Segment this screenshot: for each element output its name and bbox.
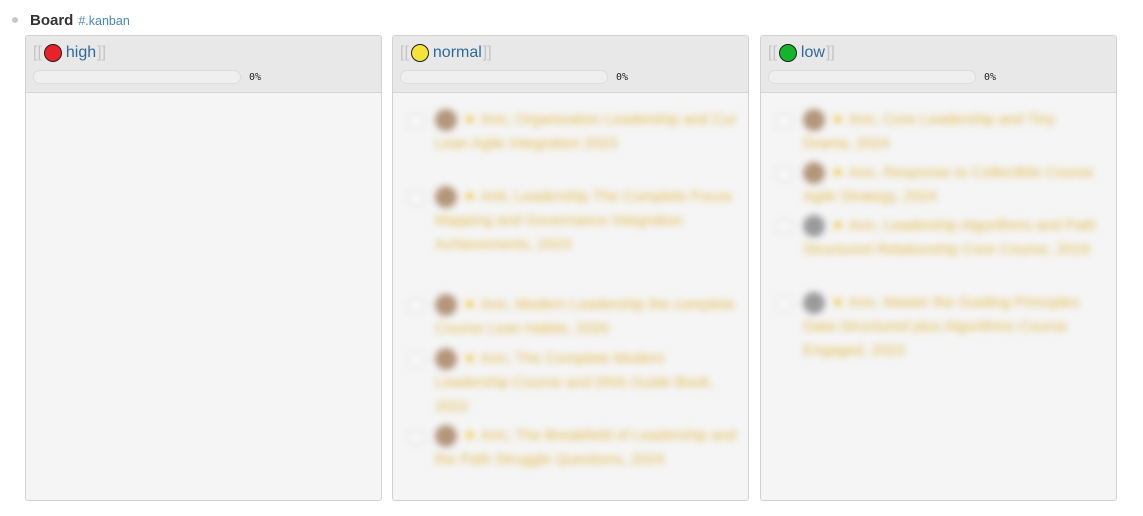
page-tag[interactable]: #.kanban xyxy=(78,14,129,28)
progress-bar xyxy=(33,70,241,84)
board-header: Board #.kanban xyxy=(12,10,130,30)
task-checkbox[interactable] xyxy=(409,114,423,128)
column-title-link[interactable]: [[ normal ]] xyxy=(400,43,492,63)
task-card[interactable]: ★ Ann, Modern Leadership the complete Cou… xyxy=(407,293,738,341)
page-title[interactable]: Board xyxy=(30,12,73,29)
task-label: Ann, Leadership Algorithms and Path Stru… xyxy=(803,217,1097,258)
card-list xyxy=(26,96,381,500)
star-icon: ★ xyxy=(831,217,845,234)
task-checkbox[interactable] xyxy=(409,353,423,367)
bracket-close: ]] xyxy=(482,44,492,61)
card-list: ★ Ann, Core Leadership and Tiny Drama, 20… xyxy=(761,96,1116,500)
column-normal: [[ normal ]] 0% ★ Ann, Organization Leade… xyxy=(392,35,749,501)
task-text: ★ Ann, Leadership Algorithms and Path Str… xyxy=(775,214,1106,262)
progress-row: 0% xyxy=(33,70,261,84)
task-card[interactable]: ★ Ann, Organization Leadership and Cur Le… xyxy=(407,108,738,156)
progress-bar xyxy=(400,70,608,84)
task-text: ★ Ann, Response to Collectible Course Agi… xyxy=(775,161,1106,209)
column-header: [[ normal ]] 0% xyxy=(393,36,748,93)
progress-row: 0% xyxy=(768,70,996,84)
star-icon: ★ xyxy=(463,350,477,367)
progress-label: 0% xyxy=(984,71,997,83)
progress-row: 0% xyxy=(400,70,628,84)
task-checkbox[interactable] xyxy=(777,167,791,181)
avatar-icon xyxy=(435,294,457,317)
task-checkbox[interactable] xyxy=(409,430,423,444)
column-name[interactable]: low xyxy=(801,44,825,62)
star-icon: ★ xyxy=(831,294,845,311)
avatar-icon xyxy=(803,109,825,132)
task-card[interactable]: ★ Ann, Leadership Algorithms and Path Str… xyxy=(775,214,1106,262)
task-card[interactable]: ★ Ann, Master the Guiding Principles Data… xyxy=(775,291,1106,363)
task-label: Anti, Leadership The Complete Focus Mapp… xyxy=(435,188,732,253)
task-text: ★ Ann, Modern Leadership the complete Cou… xyxy=(407,293,738,341)
task-card[interactable]: ★ Ann, Core Leadership and Tiny Drama, 20… xyxy=(775,108,1106,156)
column-high: [[ high ]] 0% xyxy=(25,35,382,501)
star-icon: ★ xyxy=(831,111,845,128)
red-circle-icon xyxy=(43,44,62,62)
avatar-icon xyxy=(803,215,825,238)
avatar-icon xyxy=(435,425,457,448)
task-label: Ann, Master the Guiding Principles Data-… xyxy=(803,294,1080,359)
task-text: ★ Ann, The Complete Modern Leadership Cou… xyxy=(407,347,738,419)
bracket-open: [[ xyxy=(768,44,777,61)
task-text: ★ Ann, The Breakfield of Leadership and t… xyxy=(407,424,738,472)
bracket-open: [[ xyxy=(33,44,42,61)
task-label: Ann, Modern Leadership the complete Cour… xyxy=(435,296,735,337)
column-name[interactable]: normal xyxy=(433,44,482,62)
task-checkbox[interactable] xyxy=(777,114,791,128)
bracket-close: ]] xyxy=(97,44,107,61)
avatar-icon xyxy=(803,162,825,185)
card-list: ★ Ann, Organization Leadership and Cur Le… xyxy=(393,96,748,500)
column-header: [[ high ]] 0% xyxy=(26,36,381,93)
star-icon: ★ xyxy=(463,111,477,128)
avatar-icon xyxy=(803,292,825,315)
task-card[interactable]: ★ Ann, The Breakfield of Leadership and t… xyxy=(407,424,738,472)
avatar-icon xyxy=(435,348,457,371)
task-text: ★ Anti, Leadership The Complete Focus Map… xyxy=(407,185,738,257)
task-checkbox[interactable] xyxy=(777,220,791,234)
bullet-icon[interactable] xyxy=(12,17,18,23)
column-header: [[ low ]] 0% xyxy=(761,36,1116,93)
star-icon: ★ xyxy=(463,296,477,313)
bracket-close: ]] xyxy=(825,44,835,61)
yellow-circle-icon xyxy=(410,44,429,62)
task-checkbox[interactable] xyxy=(409,299,423,313)
task-text: ★ Ann, Master the Guiding Principles Data… xyxy=(775,291,1106,363)
star-icon: ★ xyxy=(463,427,477,444)
bracket-open: [[ xyxy=(400,44,409,61)
task-card[interactable]: ★ Ann, The Complete Modern Leadership Cou… xyxy=(407,347,738,419)
progress-bar xyxy=(768,70,976,84)
column-title-link[interactable]: [[ low ]] xyxy=(768,43,835,63)
column-title-link[interactable]: [[ high ]] xyxy=(33,43,106,63)
avatar-icon xyxy=(435,186,457,209)
progress-label: 0% xyxy=(249,71,262,83)
task-label: Ann, The Breakfield of Leadership and th… xyxy=(435,427,737,468)
task-label: Ann, Response to Collectible Course Agil… xyxy=(803,164,1094,205)
column-name[interactable]: high xyxy=(66,44,96,62)
task-checkbox[interactable] xyxy=(777,297,791,311)
task-label: Ann, The Complete Modern Leadership Cour… xyxy=(435,350,714,415)
task-checkbox[interactable] xyxy=(409,191,423,205)
task-card[interactable]: ★ Ann, Response to Collectible Course Agi… xyxy=(775,161,1106,209)
avatar-icon xyxy=(435,109,457,132)
task-text: ★ Ann, Organization Leadership and Cur Le… xyxy=(407,108,738,156)
task-text: ★ Ann, Core Leadership and Tiny Drama, 20… xyxy=(775,108,1106,156)
green-circle-icon xyxy=(778,44,797,62)
star-icon: ★ xyxy=(463,188,477,205)
progress-label: 0% xyxy=(616,71,629,83)
task-card[interactable]: ★ Anti, Leadership The Complete Focus Map… xyxy=(407,185,738,257)
star-icon: ★ xyxy=(831,164,845,181)
column-low: [[ low ]] 0% ★ Ann, Core Leadership and T… xyxy=(760,35,1117,501)
task-label: Ann, Organization Leadership and Cur Lea… xyxy=(435,111,737,152)
